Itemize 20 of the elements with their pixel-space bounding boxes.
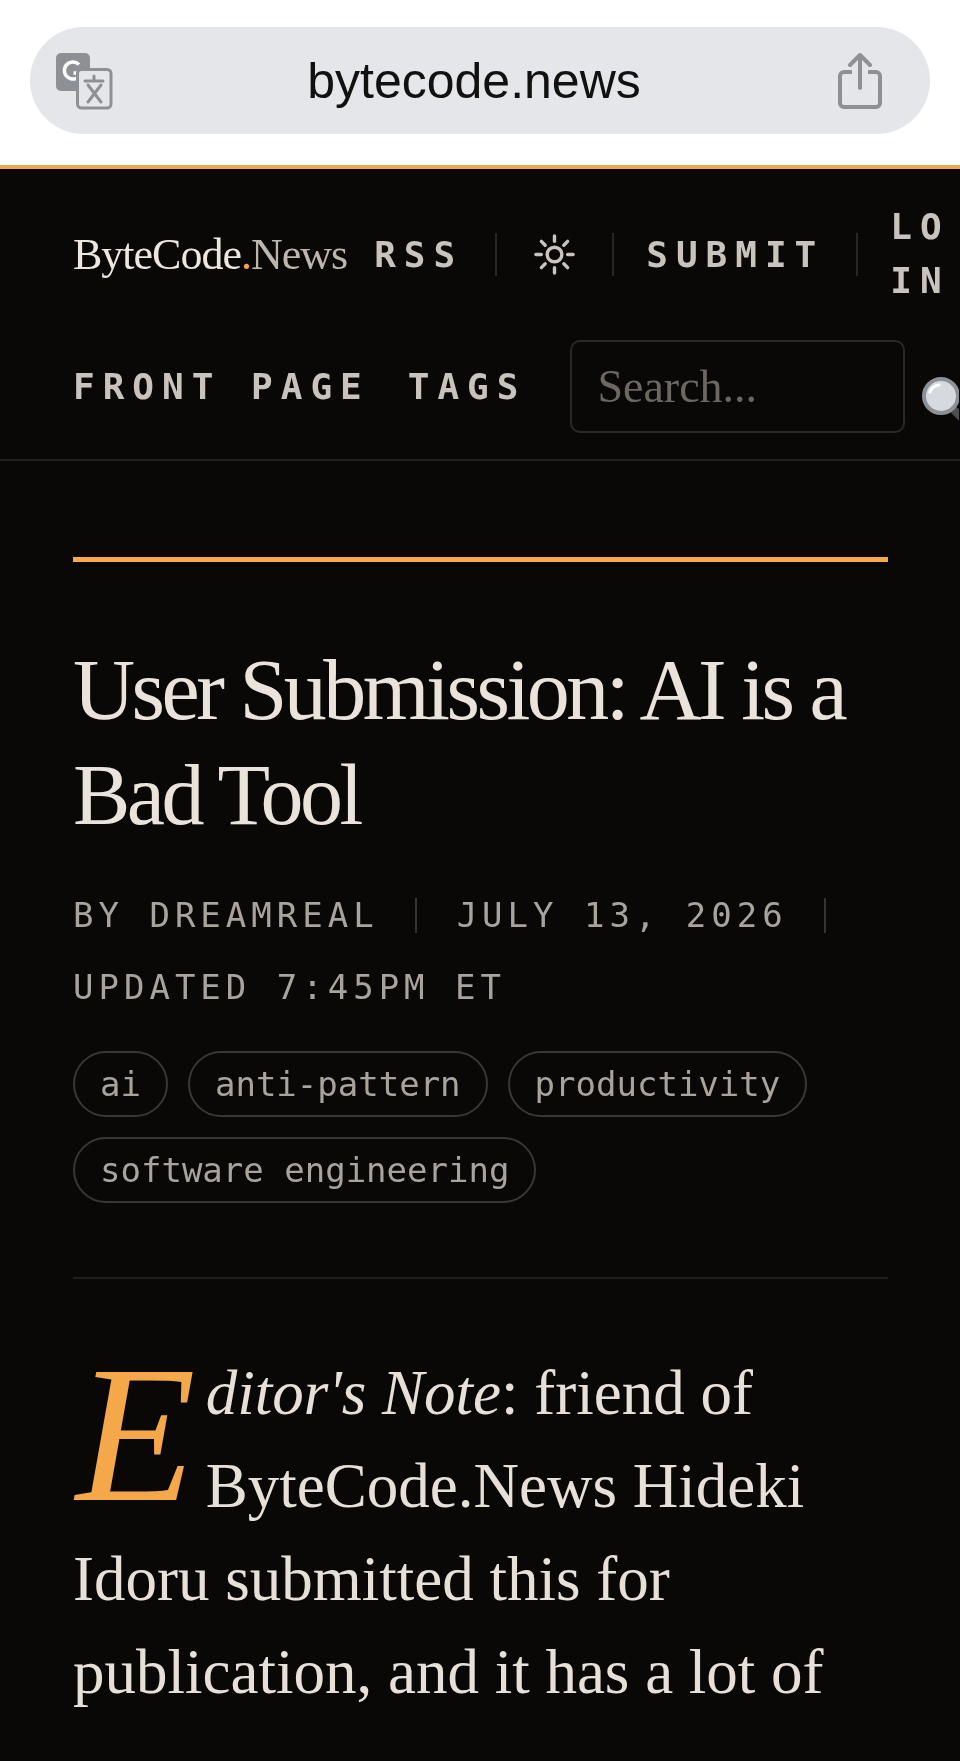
tag-chip[interactable]: anti-pattern bbox=[187, 1051, 488, 1117]
site-logo[interactable]: ByteCode.News bbox=[73, 228, 348, 280]
search-field[interactable]: Search... bbox=[570, 340, 906, 433]
nav-link[interactable]: FRONT PAGE bbox=[73, 366, 370, 407]
tag-chip[interactable]: productivity bbox=[507, 1051, 808, 1117]
sun-icon[interactable] bbox=[533, 232, 577, 276]
translate-icon[interactable] bbox=[55, 51, 113, 110]
tag-chip[interactable]: software engineering bbox=[73, 1137, 537, 1203]
share-icon[interactable] bbox=[835, 51, 885, 110]
article-title: User Submission: AI is a Bad Tool bbox=[73, 641, 846, 845]
publish-date: JULY 13, 2026 bbox=[456, 894, 788, 937]
url-text: bytecode.news bbox=[306, 51, 642, 110]
byline-author: BY DREAMREAL bbox=[73, 894, 379, 937]
nav-link[interactable]: SUBMIT bbox=[646, 233, 825, 275]
nav-link[interactable]: LO IN bbox=[890, 200, 950, 308]
address-bar[interactable]: bytecode.news bbox=[30, 27, 930, 134]
nav-link[interactable]: RSS bbox=[374, 233, 464, 275]
updated-time: UPDATED 7:45PM ET bbox=[73, 966, 506, 1009]
nav-link[interactable]: TAGS bbox=[407, 366, 527, 407]
tag-chip[interactable]: ai bbox=[73, 1051, 168, 1117]
